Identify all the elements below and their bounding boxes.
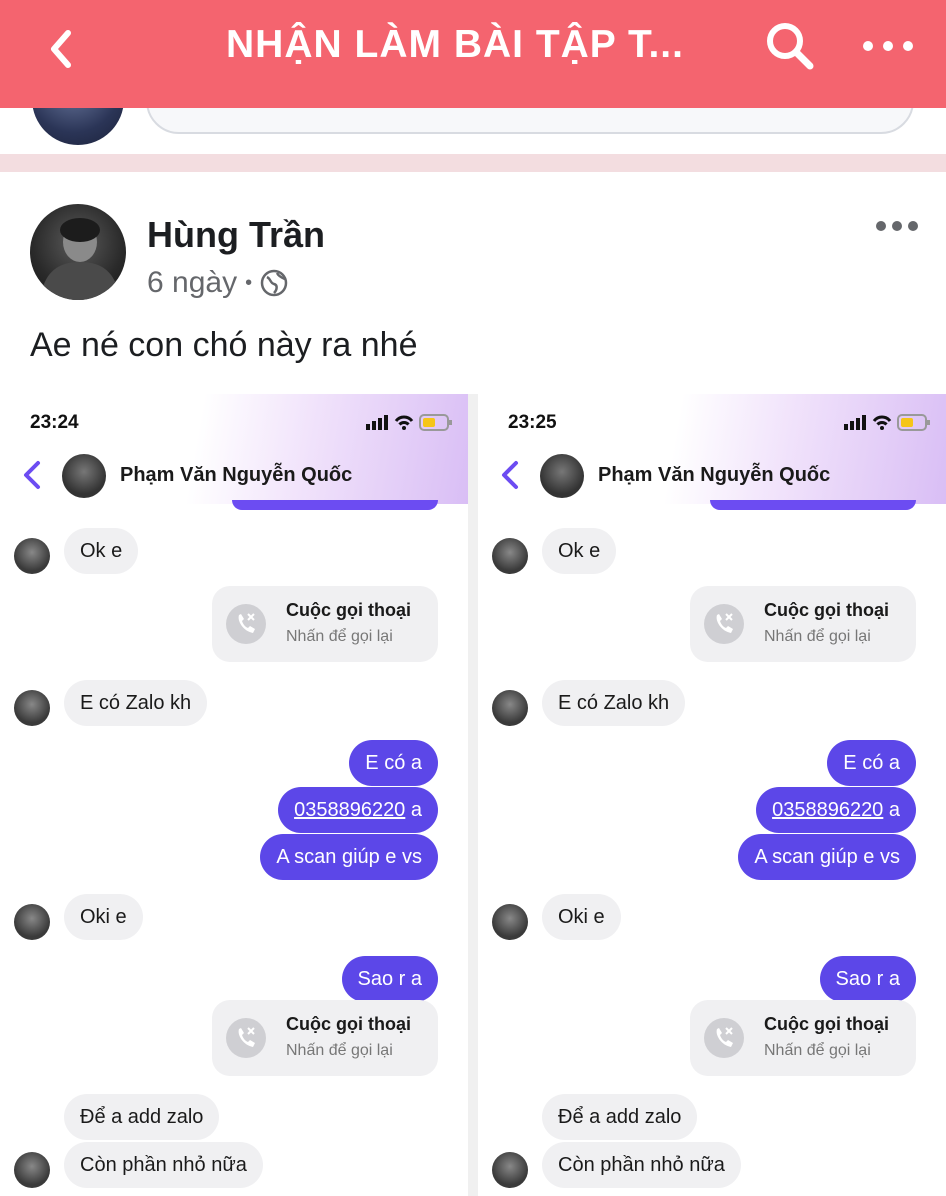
chat-screenshot-1[interactable]: 23:24 Phạm Văn Nguyễn Quốc Ok e Cuộc gọi…: [0, 394, 468, 1196]
status-icons: [844, 414, 930, 431]
avatar: [14, 1152, 50, 1188]
message-bubble-incoming[interactable]: Ok e: [542, 528, 617, 574]
meta-separator: •: [245, 271, 253, 294]
call-title: Cuộc gọi thoại: [286, 600, 411, 620]
message-bubble-incoming[interactable]: Còn phần nhỏ nữa: [542, 1142, 741, 1188]
call-subtitle: Nhấn để gọi lại: [764, 1042, 871, 1059]
missed-call-icon: [704, 1018, 744, 1058]
message-text: a: [405, 799, 422, 821]
message-bubble-outgoing[interactable]: A scan giúp e vs: [738, 834, 916, 880]
message-bubble-outgoing[interactable]: 0358896220 a: [756, 787, 916, 833]
avatar: [14, 538, 50, 574]
phone-link[interactable]: 0358896220: [772, 799, 883, 821]
call-title: Cuộc gọi thoại: [764, 600, 889, 620]
missed-call-icon: [704, 604, 744, 644]
chat-back-button[interactable]: [20, 460, 44, 490]
author-avatar[interactable]: [30, 204, 126, 300]
back-button[interactable]: [36, 24, 86, 74]
chevron-left-icon: [24, 461, 40, 489]
divider: [0, 154, 946, 172]
contact-avatar[interactable]: [62, 454, 106, 498]
avatar: [14, 690, 50, 726]
post-meta: 6 ngày •: [147, 266, 288, 300]
message-bubble-incoming[interactable]: Để a add zalo: [542, 1094, 698, 1140]
message-bubble-outgoing[interactable]: Sao r a: [341, 956, 438, 1002]
contact-name[interactable]: Phạm Văn Nguyễn Quốc: [120, 464, 352, 487]
chat-screenshot-2[interactable]: 23:25 Phạm Văn Nguyễn Quốc Ok e Cuộc gọi…: [478, 394, 946, 1196]
call-subtitle: Nhấn để gọi lại: [286, 628, 393, 645]
feed-post: Hùng Trần 6 ngày • Ae né con chó này ra …: [0, 172, 946, 1196]
person-silhouette-icon: [40, 218, 120, 300]
globe-icon: [260, 269, 288, 297]
message-bubble-outgoing[interactable]: A scan giúp e vs: [260, 834, 438, 880]
avatar: [14, 904, 50, 940]
message-bubble-incoming[interactable]: E có Zalo kh: [542, 680, 686, 726]
missed-call-icon: [226, 1018, 266, 1058]
message-bubble-outgoing[interactable]: Sao r a: [819, 956, 916, 1002]
avatar: [492, 538, 528, 574]
message-bubble-outgoing: [232, 500, 438, 510]
call-card[interactable]: Cuộc gọi thoại Nhấn để gọi lại: [212, 586, 438, 662]
post-options-button[interactable]: [874, 214, 920, 238]
status-time: 23:24: [30, 412, 79, 433]
message-bubble-outgoing[interactable]: E có a: [349, 740, 438, 786]
message-bubble-incoming[interactable]: E có Zalo kh: [64, 680, 208, 726]
message-bubble-outgoing[interactable]: E có a: [827, 740, 916, 786]
author-name[interactable]: Hùng Trần: [147, 214, 325, 256]
message-bubble-incoming[interactable]: Còn phần nhỏ nữa: [64, 1142, 263, 1188]
call-subtitle: Nhấn để gọi lại: [286, 1042, 393, 1059]
status-time: 23:25: [508, 412, 557, 433]
call-title: Cuộc gọi thoại: [764, 1014, 889, 1034]
search-icon: [767, 23, 814, 70]
contact-avatar[interactable]: [540, 454, 584, 498]
status-icons: [366, 414, 452, 431]
top-app-bar: NHẬN LÀM BÀI TẬP T...: [0, 0, 946, 108]
call-card[interactable]: Cuộc gọi thoại Nhấn để gọi lại: [212, 1000, 438, 1076]
chevron-left-icon: [502, 461, 518, 489]
message-bubble-outgoing[interactable]: 0358896220 a: [278, 787, 438, 833]
missed-call-icon: [226, 604, 266, 644]
avatar: [492, 1152, 528, 1188]
post-time[interactable]: 6 ngày: [147, 266, 237, 300]
avatar: [492, 904, 528, 940]
more-horizontal-icon: [876, 221, 918, 231]
post-text: Ae né con chó này ra nhé: [30, 326, 418, 364]
more-horizontal-icon: [863, 41, 913, 51]
image-gap: [468, 394, 478, 1196]
phone-link[interactable]: 0358896220: [294, 799, 405, 821]
contact-name[interactable]: Phạm Văn Nguyễn Quốc: [598, 464, 830, 487]
message-bubble-outgoing: [710, 500, 916, 510]
message-bubble-incoming[interactable]: Oki e: [64, 894, 143, 940]
search-button[interactable]: [762, 18, 818, 74]
group-title: NHẬN LÀM BÀI TẬP T...: [226, 23, 684, 66]
call-subtitle: Nhấn để gọi lại: [764, 628, 871, 645]
call-card[interactable]: Cuộc gọi thoại Nhấn để gọi lại: [690, 1000, 916, 1076]
message-bubble-incoming[interactable]: Oki e: [542, 894, 621, 940]
call-title: Cuộc gọi thoại: [286, 1014, 411, 1034]
chat-back-button[interactable]: [498, 460, 522, 490]
chevron-left-icon: [51, 30, 71, 68]
message-bubble-incoming[interactable]: Để a add zalo: [64, 1094, 220, 1140]
avatar[interactable]: [32, 108, 124, 145]
composer-input[interactable]: [146, 108, 914, 134]
avatar: [492, 690, 528, 726]
call-card[interactable]: Cuộc gọi thoại Nhấn để gọi lại: [690, 586, 916, 662]
more-options-button[interactable]: [860, 28, 916, 64]
message-text: a: [883, 799, 900, 821]
post-composer: [0, 108, 946, 154]
message-bubble-incoming[interactable]: Ok e: [64, 528, 139, 574]
